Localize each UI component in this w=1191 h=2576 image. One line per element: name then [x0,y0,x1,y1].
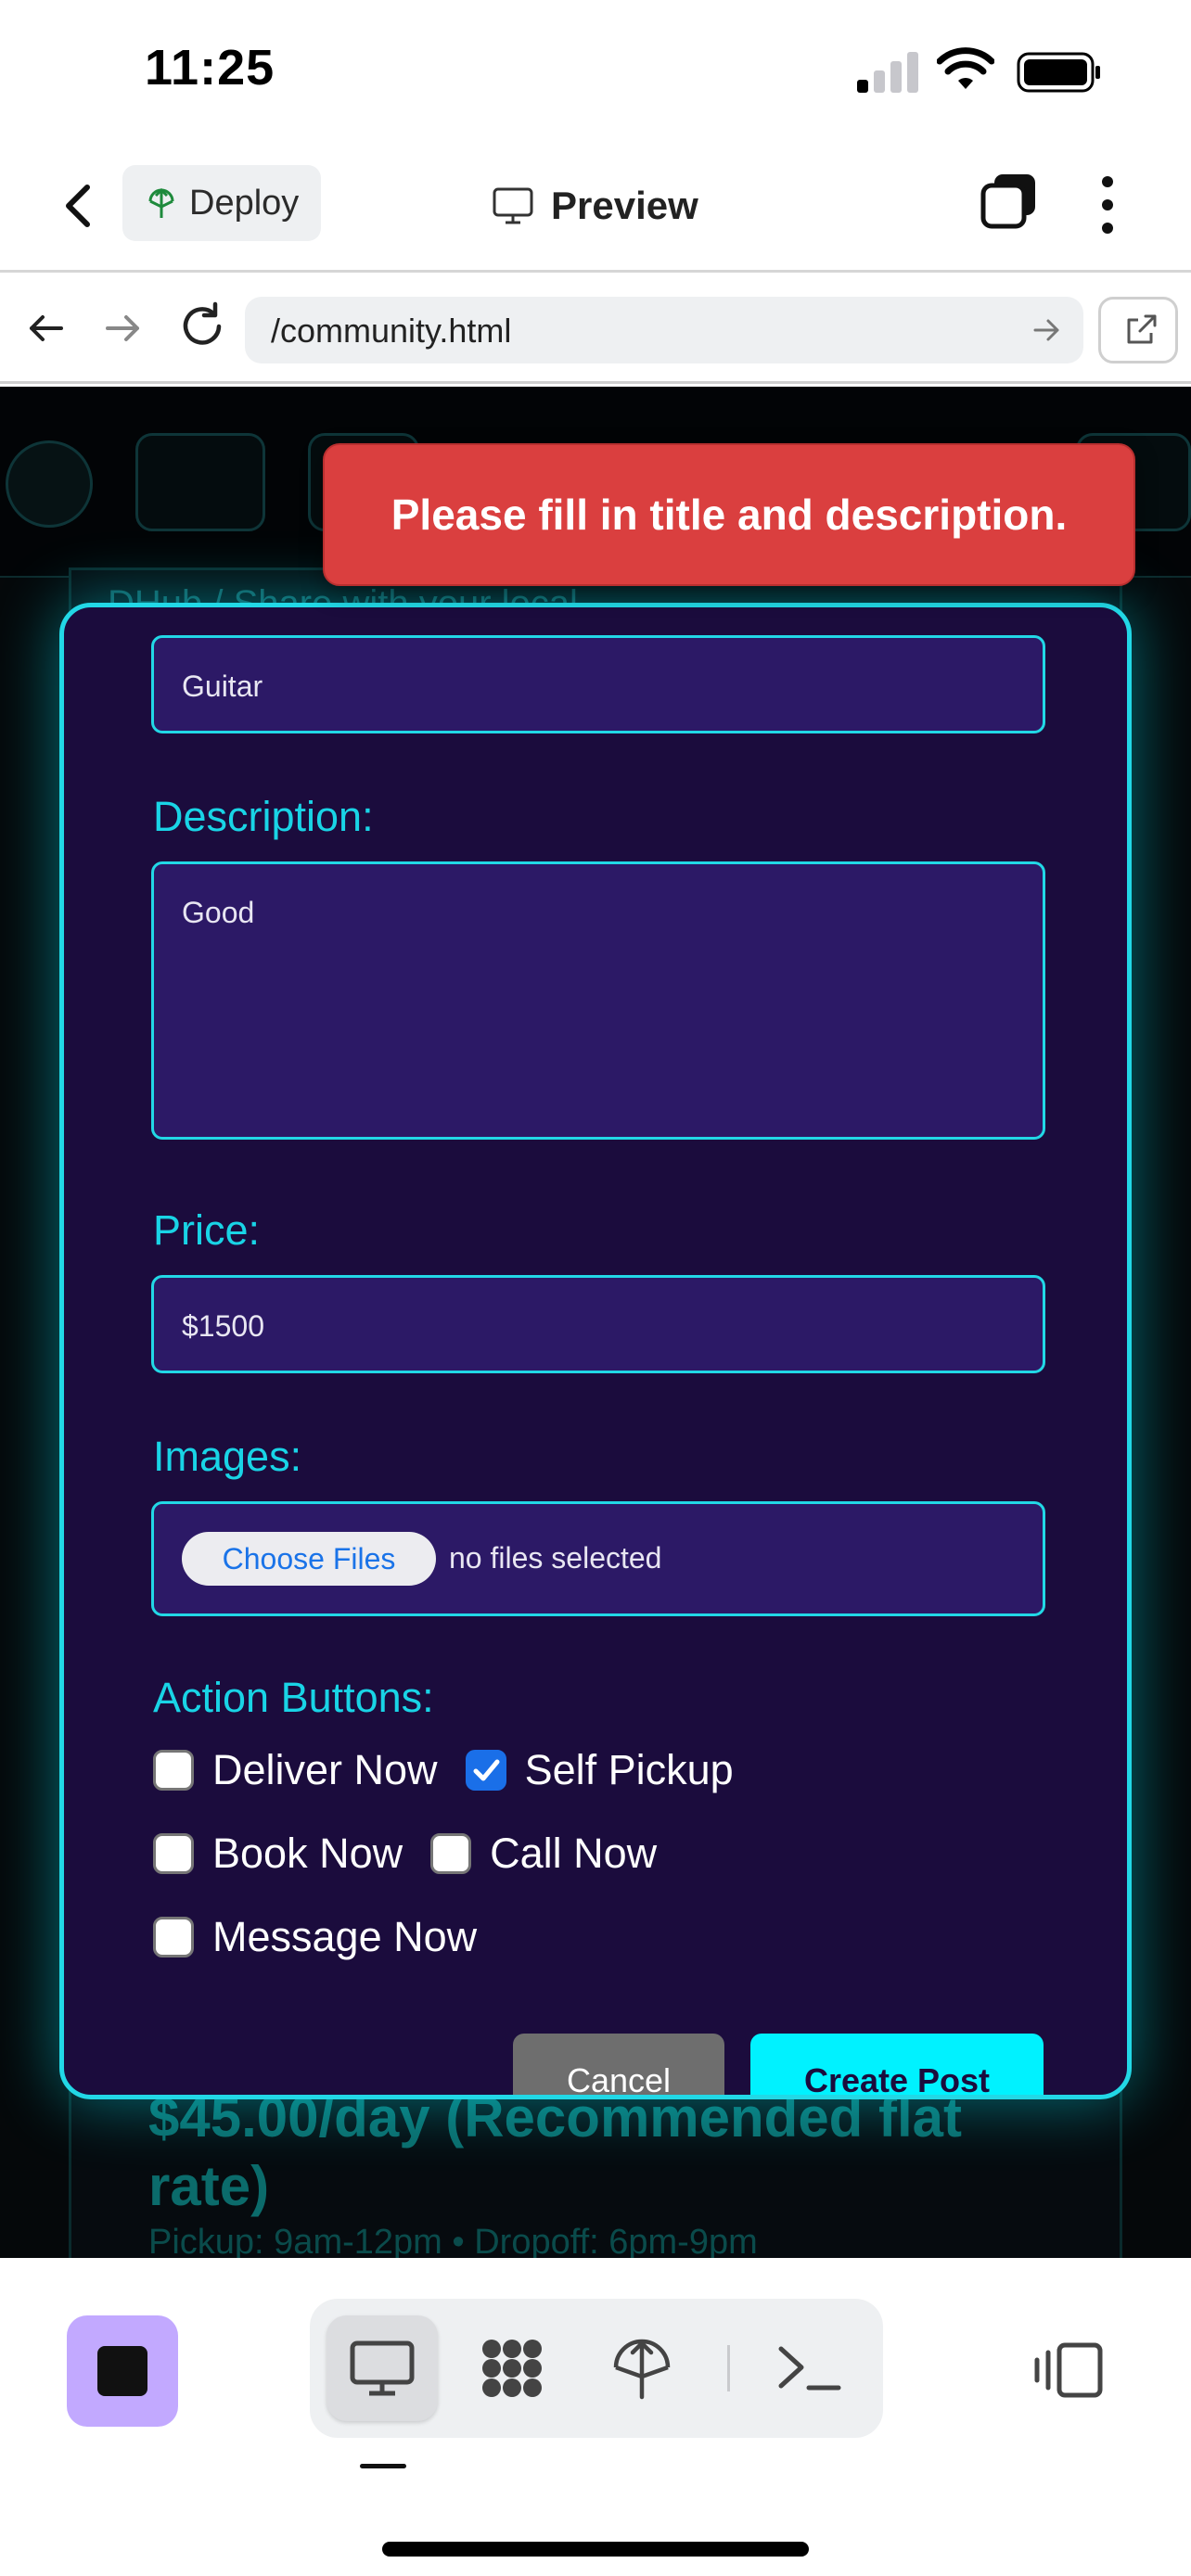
call-now-label: Call Now [490,1830,658,1877]
description-value: Good [182,896,255,929]
web-content: DHub / Share with your local $45.00/day … [0,387,1191,2258]
terminal-icon[interactable] [774,2336,844,2401]
deploy-button[interactable]: Deploy [122,165,321,241]
background-price: $45.00/day (Recommended flat rate) [148,2086,963,2217]
background-meta: Pickup: 9am-12pm • Dropoff: 6pm-9pm [148,2223,758,2258]
signal-icon [857,52,918,93]
images-label: Images: [153,1433,302,1480]
error-toast: Please fill in title and description. [323,443,1135,586]
book-now-label: Book Now [212,1830,403,1877]
deploy-icon [148,187,174,218]
stop-icon [97,2346,147,2396]
status-bar: 11:25 [0,0,1191,139]
price-value: $1500 [182,1309,264,1343]
description-label: Description: [153,793,374,840]
wifi-icon [937,47,994,89]
action-row: Deliver Now Self Pickup [153,1742,762,1798]
reload-icon[interactable] [176,300,228,352]
action-buttons-label: Action Buttons: [153,1674,434,1721]
call-now-checkbox[interactable] [430,1833,472,1874]
action-row: Message Now [153,1909,505,1965]
price-field[interactable]: $1500 [151,1275,1045,1373]
battery-icon [1017,52,1100,93]
toast-message: Please fill in title and description. [391,491,1068,539]
preview-title: Preview [492,172,698,239]
toolbar-separator [727,2345,730,2391]
desktop-icon [493,187,533,224]
more-vertical-icon[interactable] [1091,172,1124,237]
no-files-text: no files selected [449,1541,662,1575]
background-chip [135,433,265,531]
cancel-button[interactable]: Cancel [513,2034,724,2095]
go-arrow-icon[interactable] [1030,313,1063,347]
self-pickup-checkbox[interactable] [465,1750,506,1791]
title-value: Guitar [182,670,263,703]
arrow-left-icon[interactable] [24,306,69,351]
action-row: Book Now Call Now [153,1826,685,1881]
images-field: Choose Files no files selected [151,1501,1045,1616]
open-external-button[interactable] [1098,297,1178,363]
self-pickup-label: Self Pickup [524,1746,734,1793]
app-bar: Deploy Preview [0,139,1191,273]
tool-group [310,2299,883,2438]
description-field[interactable]: Good [151,861,1045,1140]
checkmark-icon [473,1759,500,1781]
arrow-right-icon[interactable] [100,306,145,351]
bottom-toolbar [0,2258,1191,2576]
url-text: /community.html [271,312,512,350]
panel-icon[interactable] [1033,2340,1104,2401]
deliver-now-label: Deliver Now [212,1746,438,1793]
browser-bar: /community.html [0,273,1191,384]
status-time: 11:25 [145,40,275,96]
back-chevron-icon[interactable] [52,176,104,236]
title-field[interactable]: Guitar [151,635,1045,733]
deliver-now-checkbox[interactable] [153,1750,194,1791]
tabs-icon[interactable] [980,171,1039,230]
book-now-checkbox[interactable] [153,1833,194,1874]
deploy-icon[interactable] [607,2336,677,2401]
stop-button[interactable] [67,2315,178,2427]
price-label: Price: [153,1206,261,1254]
background-logo [6,440,93,528]
active-tab-underline [360,2464,406,2468]
create-post-button[interactable]: Create Post [750,2034,1044,2095]
url-bar[interactable]: /community.html [245,297,1083,363]
external-link-icon [1127,314,1157,344]
grid-icon[interactable] [477,2336,547,2401]
create-post-modal: Guitar Description: Good Price: $1500 Im… [59,603,1132,2099]
message-now-label: Message Now [212,1913,478,1960]
message-now-checkbox[interactable] [153,1917,194,1958]
choose-files-button[interactable]: Choose Files [182,1532,436,1586]
deploy-label: Deploy [189,183,300,223]
preview-label: Preview [551,184,698,227]
home-indicator [382,2542,809,2557]
desktop-icon[interactable] [347,2336,417,2401]
